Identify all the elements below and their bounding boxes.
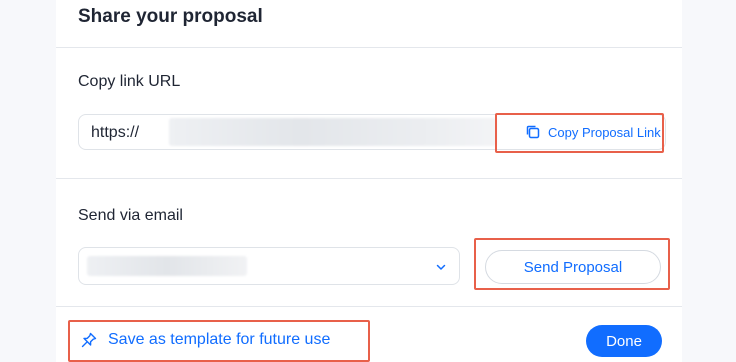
chevron-down-icon xyxy=(435,260,447,272)
save-as-template-label: Save as template for future use xyxy=(108,331,331,348)
copy-proposal-link-label: Copy Proposal Link xyxy=(548,124,661,140)
divider xyxy=(56,178,682,179)
copy-link-label: Copy link URL xyxy=(78,73,181,90)
url-redacted-area xyxy=(169,118,497,146)
save-as-template-link[interactable]: Save as template for future use xyxy=(80,331,330,349)
email-recipient-select[interactable] xyxy=(78,247,460,285)
divider xyxy=(56,47,682,48)
share-proposal-dialog: Share your proposal Copy link URL https:… xyxy=(56,0,682,362)
email-redacted-area xyxy=(87,256,247,276)
proposal-url-field[interactable]: https:// Copy Proposal Link xyxy=(78,114,666,150)
send-proposal-button[interactable]: Send Proposal xyxy=(485,250,661,284)
dialog-title: Share your proposal xyxy=(78,6,263,27)
url-text: https:// xyxy=(91,124,140,141)
done-button[interactable]: Done xyxy=(586,325,662,357)
copy-proposal-link-button[interactable]: Copy Proposal Link xyxy=(519,115,665,149)
divider xyxy=(56,306,682,307)
copy-icon xyxy=(525,124,541,140)
pin-icon xyxy=(80,331,98,349)
send-via-email-label: Send via email xyxy=(78,207,183,224)
